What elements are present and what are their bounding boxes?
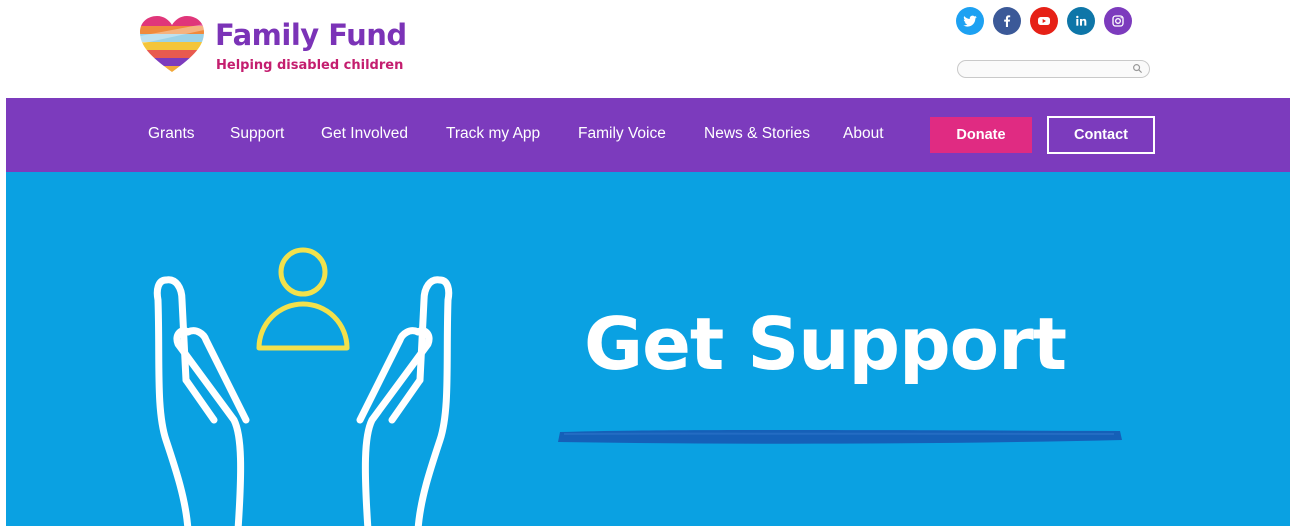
instagram-icon[interactable] xyxy=(1104,7,1132,35)
nav-item-grants[interactable]: Grants xyxy=(148,125,195,143)
twitter-icon[interactable] xyxy=(956,7,984,35)
social-links xyxy=(956,7,1132,35)
nav-item-get-involved[interactable]: Get Involved xyxy=(321,125,408,143)
heart-logo-icon xyxy=(140,16,204,72)
search-icon[interactable] xyxy=(1132,63,1143,74)
nav-item-family-voice[interactable]: Family Voice xyxy=(578,125,666,143)
main-nav: Grants Support Get Involved Track my App… xyxy=(6,98,1290,172)
brand-title: Family Fund xyxy=(215,18,407,52)
nav-item-about[interactable]: About xyxy=(843,125,884,143)
hero-title: Get Support xyxy=(584,302,1067,386)
hands-holding-person-icon xyxy=(153,247,453,530)
brush-underline xyxy=(558,430,1122,444)
search-box xyxy=(957,60,1150,78)
facebook-icon[interactable] xyxy=(993,7,1021,35)
linkedin-icon[interactable] xyxy=(1067,7,1095,35)
youtube-icon[interactable] xyxy=(1030,7,1058,35)
nav-item-support[interactable]: Support xyxy=(230,125,284,143)
nav-item-news-stories[interactable]: News & Stories xyxy=(704,125,810,143)
site-header: Family Fund Helping disabled children xyxy=(0,0,1290,98)
search-input[interactable] xyxy=(966,62,1126,75)
site-logo[interactable]: Family Fund Helping disabled children xyxy=(140,14,430,76)
donate-button[interactable]: Donate xyxy=(930,117,1032,153)
brand-tagline: Helping disabled children xyxy=(216,58,404,73)
contact-button[interactable]: Contact xyxy=(1047,116,1155,154)
hero-banner: Get Support xyxy=(6,172,1290,530)
nav-item-track-my-app[interactable]: Track my App xyxy=(446,125,540,143)
